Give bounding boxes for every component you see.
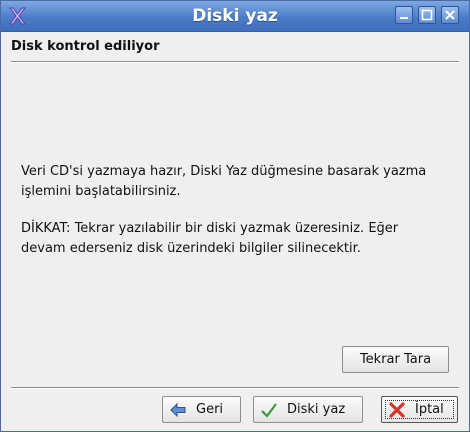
- page-header: Disk kontrol ediliyor: [11, 39, 160, 54]
- cancel-x-icon: [389, 402, 405, 418]
- ready-message-line2: işlemini başlatabilirsiniz.: [21, 184, 181, 199]
- warning-message: DİKKAT: Tekrar yazılabilir bir diski yaz…: [21, 219, 461, 259]
- close-button[interactable]: [441, 6, 459, 24]
- minimize-button[interactable]: [395, 6, 413, 24]
- close-icon: [445, 10, 455, 20]
- burn-disk-button[interactable]: Diski yaz: [253, 396, 363, 423]
- checkmark-icon: [261, 403, 277, 418]
- header-divider: [11, 61, 459, 63]
- dialog-window: Diski yaz Disk kontrol ediliyor Veri CD'…: [0, 0, 470, 432]
- warning-message-line2: devam ederseniz disk üzerindeki bilgiler…: [21, 241, 361, 256]
- burn-disk-button-label: Diski yaz: [287, 402, 346, 417]
- footer-divider: [11, 387, 459, 389]
- title-bar[interactable]: Diski yaz: [1, 1, 469, 32]
- back-button-label: Geri: [196, 402, 224, 417]
- back-arrow-icon: [170, 402, 186, 418]
- cancel-button[interactable]: İptal: [381, 396, 458, 423]
- cancel-button-label: İptal: [415, 402, 444, 417]
- minimize-icon: [400, 17, 408, 19]
- warning-message-line1: DİKKAT: Tekrar yazılabilir bir diski yaz…: [21, 221, 399, 236]
- ready-message: Veri CD'si yazmaya hazır, Diski Yaz düğm…: [21, 162, 461, 202]
- maximize-button[interactable]: [418, 6, 436, 24]
- ready-message-line1: Veri CD'si yazmaya hazır, Diski Yaz düğm…: [21, 164, 427, 179]
- maximize-icon: [421, 9, 433, 21]
- rescan-button[interactable]: Tekrar Tara: [342, 346, 449, 373]
- back-button[interactable]: Geri: [162, 396, 241, 423]
- rescan-button-label: Tekrar Tara: [359, 352, 432, 367]
